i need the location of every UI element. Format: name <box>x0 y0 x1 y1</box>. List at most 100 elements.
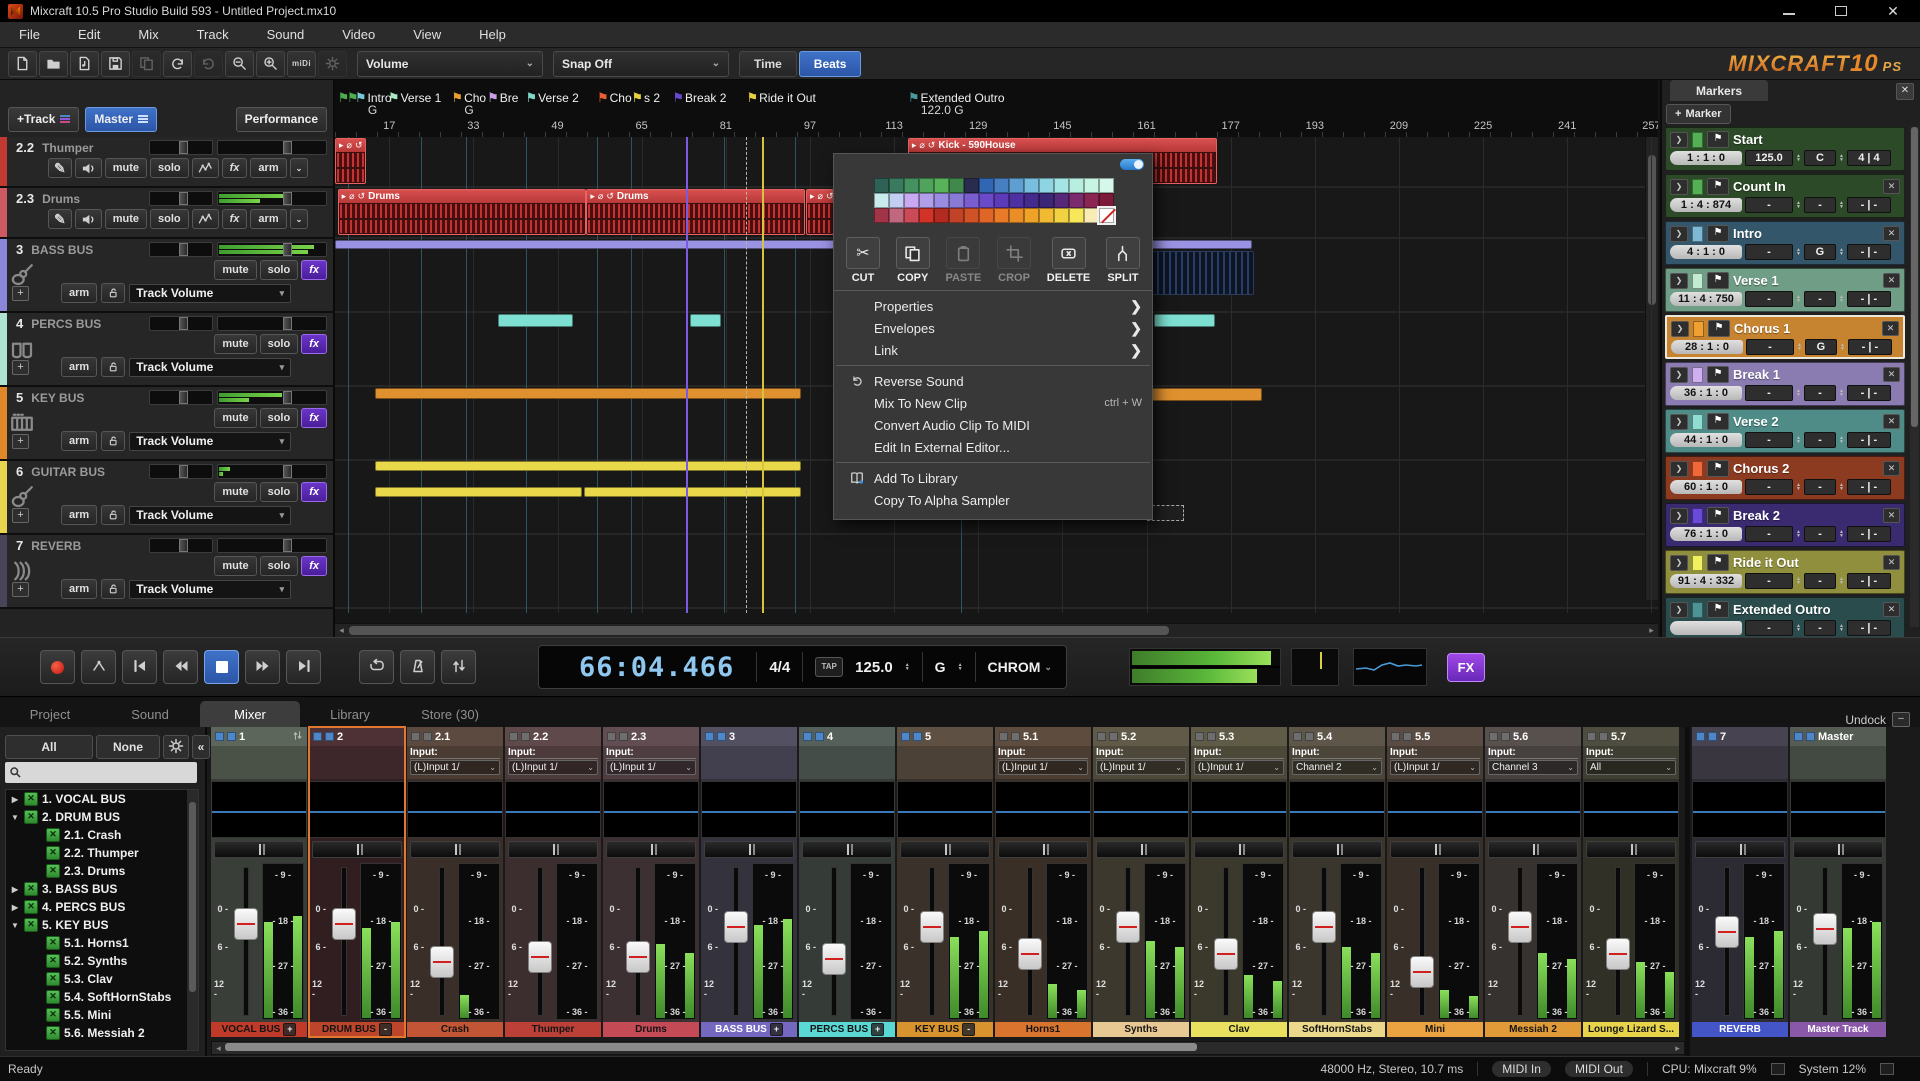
marker-expand-button[interactable]: ❯ <box>1670 367 1688 383</box>
color-toggle[interactable] <box>1120 159 1144 170</box>
channel-eq-display[interactable] <box>800 781 894 838</box>
flag-icon[interactable]: ⚑ <box>1707 507 1729 524</box>
channel-eq-display[interactable] <box>702 781 796 838</box>
color-swatch[interactable] <box>1099 178 1114 193</box>
marker-delete-button[interactable]: ✕ <box>1883 179 1900 194</box>
channel-header[interactable]: Master <box>1790 727 1886 746</box>
filter-settings-button[interactable] <box>163 735 189 759</box>
checkbox-icon[interactable]: ✕ <box>24 810 38 824</box>
color-swatch[interactable] <box>994 178 1009 193</box>
color-swatch[interactable] <box>949 208 964 223</box>
marker-name[interactable]: Break 2 <box>1733 508 1780 523</box>
color-swatch[interactable] <box>919 208 934 223</box>
marker-row-verse-1[interactable]: ❯ ⚑ Verse 1 ✕ 11 : 4 : 750 - ▲▼ - ▲▼ - |… <box>1665 268 1905 312</box>
color-swatch[interactable] <box>889 193 904 208</box>
zoom-in-icon[interactable] <box>256 51 285 77</box>
marker-timesig-field[interactable]: - | - <box>1847 573 1891 589</box>
mute-button[interactable]: mute <box>214 260 256 280</box>
key-spinner[interactable]: ▲▼ <box>1839 201 1844 209</box>
channel-name-label[interactable]: DRUM BUS- <box>309 1022 405 1037</box>
menu-edit[interactable]: Edit <box>59 27 119 42</box>
channel-badge[interactable]: + <box>871 1023 884 1036</box>
track-color-strip[interactable] <box>0 387 7 459</box>
channel-name-label[interactable]: SoftHornStabs <box>1289 1022 1385 1037</box>
tree-item[interactable]: ▼ ✕ 2. DRUM BUS <box>6 808 198 826</box>
tab-project[interactable]: Project <box>0 701 100 727</box>
pan-slider[interactable] <box>704 841 794 858</box>
track-6[interactable]: 6 GUITAR BUS mute solo fx + arm Track Vo… <box>0 461 333 535</box>
volume-fader[interactable] <box>328 863 358 1020</box>
channel-strip-5.7[interactable]: 5.7 Input: All⌄ 0 -6 -12 - - 9 -- 18 -- … <box>1583 727 1679 1037</box>
channel-eq-display[interactable] <box>408 781 502 838</box>
color-swatch[interactable] <box>979 208 994 223</box>
checkbox-icon[interactable]: ✕ <box>24 792 38 806</box>
marker-timesig-field[interactable]: - | - <box>1847 620 1891 636</box>
chevron-down-icon[interactable]: ⌄ <box>290 158 309 178</box>
go-to-start-button[interactable] <box>122 650 157 684</box>
marker-timesig-field[interactable]: - | - <box>1847 526 1891 542</box>
time-mode-button[interactable]: Time <box>739 51 797 77</box>
flag-icon[interactable]: ⚑ <box>1707 460 1729 477</box>
no-color-swatch[interactable] <box>1099 208 1114 223</box>
color-swatch[interactable] <box>889 208 904 223</box>
midi-clip[interactable] <box>375 388 801 399</box>
undock-minimize-icon[interactable]: – <box>1892 712 1910 727</box>
audio-clip[interactable]: ▸⌀↺ <box>335 138 366 184</box>
track-slider[interactable] <box>149 538 213 553</box>
marker-timesig-field[interactable]: 4 | 4 <box>1847 150 1891 166</box>
fader-knob[interactable] <box>822 943 846 975</box>
channel-strip-2[interactable]: 2 0 -6 -12 - - 9 -- 18 -- 27 -- 36 - DRU… <box>309 727 405 1037</box>
redo-icon[interactable] <box>194 51 223 77</box>
fader-knob[interactable] <box>724 911 748 943</box>
marker-tempo-field[interactable]: - <box>1745 479 1793 495</box>
draw-tool-button[interactable]: ✎ <box>48 158 72 178</box>
timeline-horizontal-scrollbar[interactable]: ◂ ▸ <box>335 623 1658 637</box>
marker-name[interactable]: Verse 2 <box>1733 414 1779 429</box>
track-name[interactable]: REVERB <box>31 539 81 553</box>
channel-eq-display[interactable] <box>898 781 992 838</box>
marker-row-count-in[interactable]: ❯ ⚑ Count In ✕ 1 : 4 : 874 - ▲▼ - ▲▼ - |… <box>1665 174 1905 218</box>
color-swatch[interactable] <box>979 178 994 193</box>
fader-knob[interactable] <box>1606 938 1630 970</box>
marker-name[interactable]: Chorus 1 <box>1734 321 1790 336</box>
track-2.3[interactable]: 2.3 Drums ✎ mute solo fx arm ⌄ <box>0 188 333 239</box>
scroll-right-arrow[interactable]: ▸ <box>1645 624 1658 637</box>
fader-knob[interactable] <box>1312 911 1336 943</box>
add-marker-button[interactable]: +Marker <box>1666 104 1731 124</box>
timeline-marker-flag[interactable]: ⚑Extended Outro 122.0 G <box>908 92 1005 116</box>
metronome-button[interactable] <box>400 650 435 684</box>
fader-knob[interactable] <box>626 941 650 973</box>
input-dropdown[interactable]: Channel 2⌄ <box>1292 760 1382 775</box>
track-name[interactable]: KEY BUS <box>31 391 84 405</box>
timeline-marker-flag[interactable]: ⚑Break 2 <box>672 92 726 104</box>
marker-row-verse-2[interactable]: ❯ ⚑ Verse 2 ✕ 44 : 1 : 0 - ▲▼ - ▲▼ - | - <box>1665 409 1905 453</box>
marker-delete-button[interactable]: ✕ <box>1883 602 1900 617</box>
time-readout[interactable]: 66:04.466 <box>553 652 744 683</box>
color-swatch[interactable] <box>919 193 934 208</box>
mute-button[interactable]: mute <box>105 158 147 178</box>
timeline-marker-flag[interactable]: ⚑Cho G <box>451 92 486 116</box>
solo-button[interactable]: solo <box>260 556 299 576</box>
mute-button[interactable]: mute <box>214 556 256 576</box>
color-swatch[interactable] <box>949 193 964 208</box>
audio-clip[interactable]: ▸⌀↺Drums <box>338 189 586 235</box>
marker-delete-button[interactable]: ✕ <box>1883 555 1900 570</box>
channel-eq-display[interactable] <box>1290 781 1384 838</box>
marker-delete-button[interactable]: ✕ <box>1883 461 1900 476</box>
pan-slider[interactable] <box>802 841 892 858</box>
volume-fader[interactable] <box>1711 863 1741 1020</box>
marker-row-start[interactable]: ❯ ⚑ Start 1 : 1 : 0 125.0 ▲▼ C ▲▼ 4 | 4 <box>1665 127 1905 171</box>
marker-expand-button[interactable]: ❯ <box>1670 179 1688 195</box>
mute-button[interactable]: mute <box>214 408 256 428</box>
pan-slider[interactable] <box>1793 841 1883 858</box>
marker-expand-button[interactable]: ❯ <box>1671 321 1689 337</box>
track-color-strip[interactable] <box>0 535 7 607</box>
marker-time-field[interactable]: 28 : 1 : 0 <box>1671 340 1743 354</box>
io-levels-button[interactable] <box>441 650 476 684</box>
track-volume-meter[interactable] <box>217 191 327 206</box>
fader-knob[interactable] <box>430 946 454 978</box>
midi-out-indicator[interactable]: MIDI Out <box>1565 1061 1633 1077</box>
color-swatch[interactable] <box>934 208 949 223</box>
fx-button[interactable]: fx <box>301 260 327 280</box>
channel-name-label[interactable]: PERCS BUS+ <box>799 1022 895 1037</box>
